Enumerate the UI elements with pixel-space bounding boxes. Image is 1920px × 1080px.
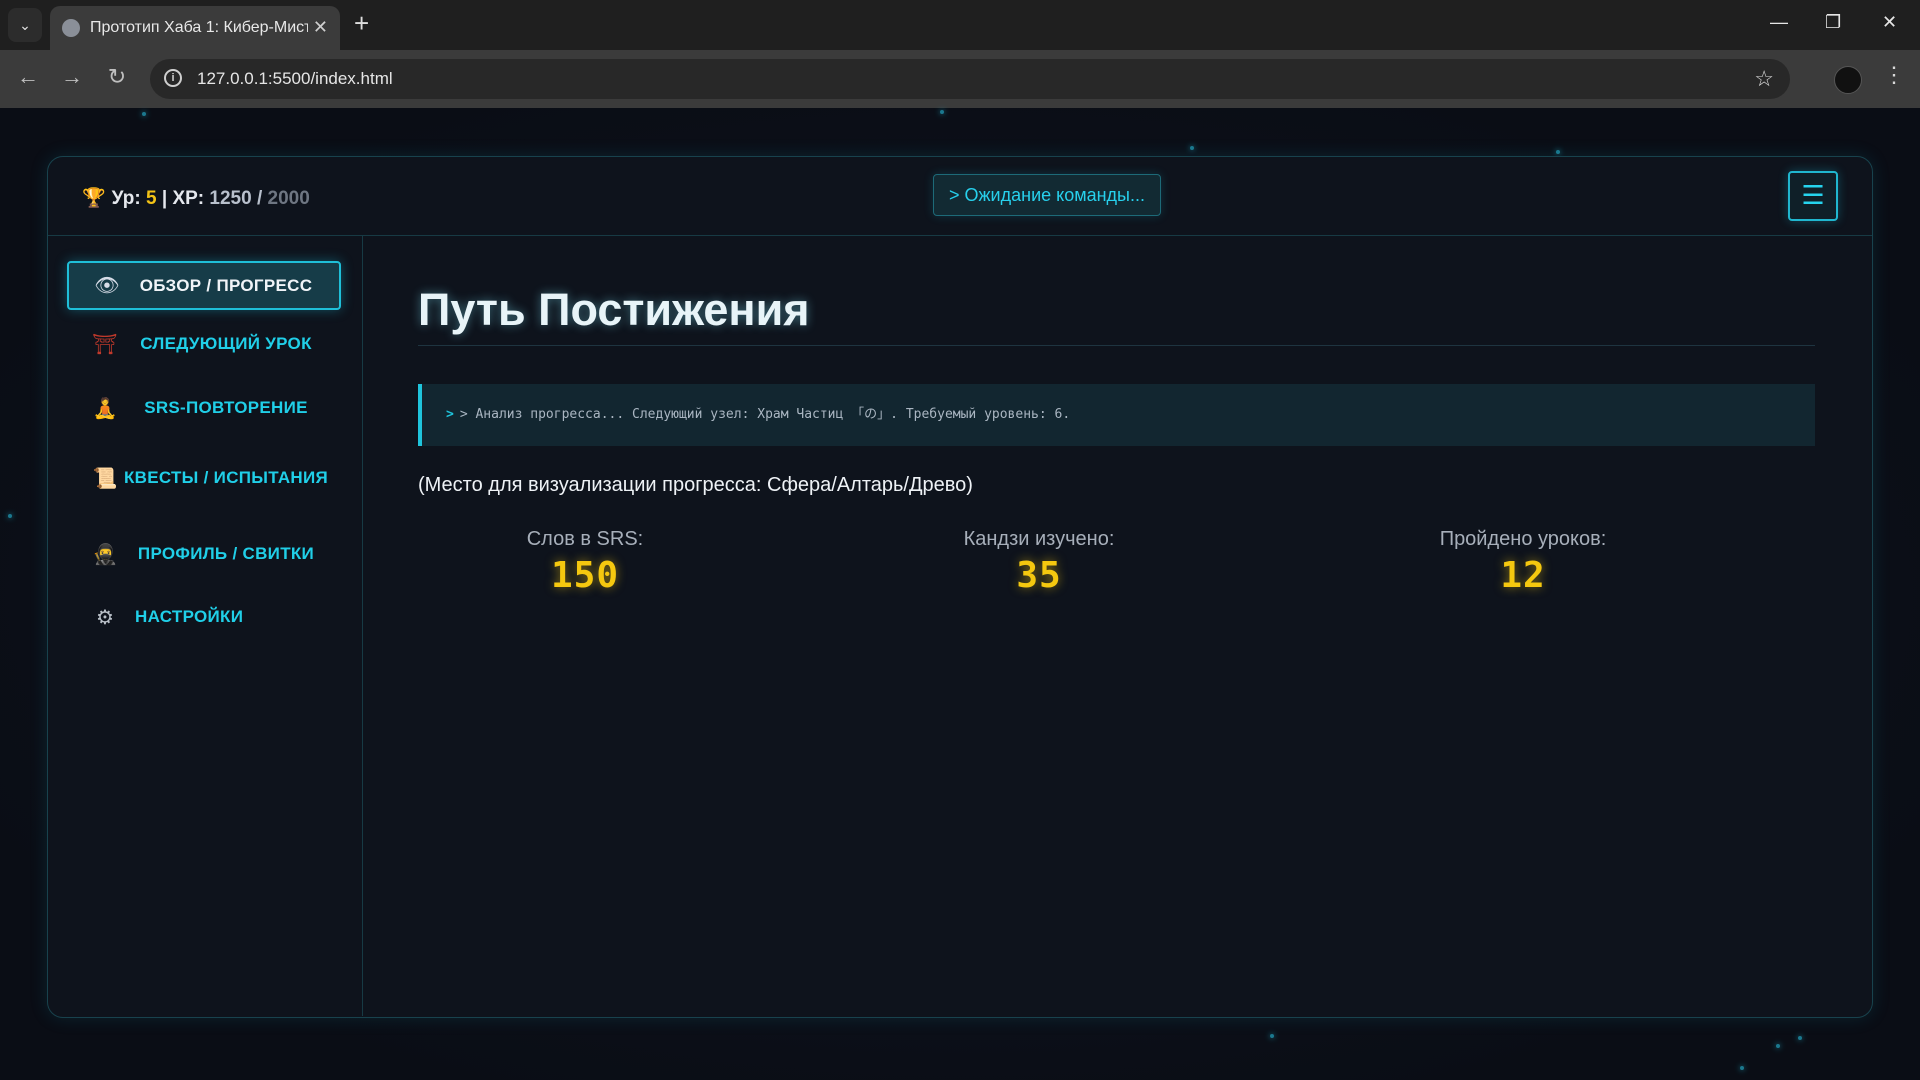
browser-tab[interactable]: Прототип Хаба 1: Кибер-Мистика ✕ [50, 6, 340, 50]
tab-title: Прототип Хаба 1: Кибер-Мистика [90, 19, 308, 36]
xp-max: 2000 [267, 188, 310, 209]
sidebar-item-label: СЛЕДУЮЩИЙ УРОК [140, 334, 312, 353]
close-tab-icon[interactable]: ✕ [313, 17, 328, 38]
stat-label: Слов в SRS: [526, 528, 644, 550]
sidebar-item-next-lesson[interactable]: ⛩ СЛЕДУЮЩИЙ УРОК [67, 323, 341, 365]
torii-gate-icon: ⛩ [92, 333, 118, 356]
site-info-icon[interactable]: i [164, 69, 182, 87]
background-particle [8, 514, 12, 518]
title-divider [418, 345, 1815, 346]
hamburger-menu-icon[interactable]: ☰ [1788, 171, 1838, 221]
background-particle [1740, 1066, 1744, 1070]
console-message: > > Анализ прогресса... Следующий узел: Х… [418, 384, 1815, 446]
sidebar-item-overview[interactable]: 👁 ОБЗОР / ПРОГРЕСС [67, 261, 341, 310]
browser-tab-bar: ⌄ Прототип Хаба 1: Кибер-Мистика ✕ + — ❐… [0, 0, 1920, 50]
hub-panel: 🏆 Ур: 5 | XP: 1250 / 2000 > Ожидание кома… [47, 156, 1873, 1018]
sidebar-item-srs[interactable]: 🧘 SRS-ПОВТОРЕНИЕ [67, 387, 341, 429]
tab-search-button[interactable]: ⌄ [8, 8, 42, 42]
restore-button[interactable]: ❐ [1825, 12, 1841, 33]
meditation-icon: 🧘 [92, 397, 118, 420]
background-particle [1776, 1044, 1780, 1048]
ninja-icon: 🥷 [92, 543, 118, 566]
new-tab-button[interactable]: + [354, 10, 369, 36]
stat-label: Пройдено уроков: [1439, 528, 1607, 550]
background-particle [1798, 1036, 1802, 1040]
sidebar-item-label: НАСТРОЙКИ [135, 607, 244, 626]
main-content: Путь Постижения > > Анализ прогресса... С… [363, 236, 1871, 1016]
stat-value: 150 [550, 555, 620, 596]
level-xp-display: 🏆 Ур: 5 | XP: 1250 / 2000 [82, 186, 310, 210]
sidebar-item-label: КВЕСТЫ / ИСПЫТАНИЯ [123, 468, 329, 487]
bookmark-star-icon[interactable]: ☆ [1754, 66, 1774, 92]
sidebar-item-profile[interactable]: 🥷 ПРОФИЛЬ / СВИТКИ [67, 533, 341, 575]
stat-srs-words: Слов в SRS: 150 [435, 528, 735, 596]
hud-bar: 🏆 Ур: 5 | XP: 1250 / 2000 > Ожидание кома… [48, 157, 1872, 236]
stat-kanji-learned: Кандзи изучено: 35 [889, 528, 1189, 596]
stat-label: Кандзи изучено: [963, 528, 1115, 550]
profile-avatar[interactable] [1834, 66, 1862, 94]
stat-value: 12 [1500, 555, 1546, 596]
page-viewport: 🏆 Ур: 5 | XP: 1250 / 2000 > Ожидание кома… [0, 108, 1920, 1080]
back-button[interactable]: ← [13, 64, 43, 90]
background-particle [1270, 1034, 1274, 1038]
globe-icon [62, 19, 80, 37]
minimize-button[interactable]: — [1770, 12, 1788, 33]
sidebar-item-settings[interactable]: ⚙ НАСТРОЙКИ [67, 596, 341, 638]
background-particle [1556, 150, 1560, 154]
address-bar[interactable]: i 127.0.0.1:5500/index.html ☆ [150, 59, 1790, 99]
page-title: Путь Постижения [418, 284, 810, 335]
stat-value: 35 [1016, 555, 1062, 596]
sidebar-item-label: SRS-ПОВТОРЕНИЕ [144, 398, 308, 417]
xp-current: 1250 [209, 188, 252, 209]
address-bar-row: ← → ↻ i 127.0.0.1:5500/index.html ☆ ⋮ [0, 50, 1920, 109]
console-text: > Анализ прогресса... Следующий узел: Хр… [459, 407, 1071, 422]
scroll-icon: 📜 [92, 467, 118, 490]
forward-button[interactable]: → [57, 64, 87, 90]
hud-separator: | [161, 188, 168, 209]
sidebar-item-quests[interactable]: 📜 КВЕСТЫ / ИСПЫТАНИЯ [67, 448, 341, 508]
progress-visual-placeholder: (Место для визуализации прогресса: Сфера… [418, 474, 973, 496]
browser-menu-icon[interactable]: ⋮ [1883, 62, 1905, 88]
level-label: Ур: [111, 188, 141, 209]
xp-label: XP: [172, 188, 205, 209]
gear-icon: ⚙ [96, 606, 114, 629]
trophy-icon: 🏆 [82, 188, 106, 209]
level-value: 5 [145, 188, 157, 209]
sidebar-item-label: ПРОФИЛЬ / СВИТКИ [137, 544, 315, 563]
sidebar-item-label: ОБЗОР / ПРОГРЕСС [139, 275, 313, 295]
console-prompt: > [446, 407, 454, 422]
sidebar-nav: 👁 ОБЗОР / ПРОГРЕСС ⛩ СЛЕДУЮЩИЙ УРОК 🧘 SR… [48, 236, 363, 1016]
xp-slash: / [256, 188, 263, 209]
eye-icon: 👁 [94, 275, 120, 297]
background-particle [142, 112, 146, 116]
stat-lessons-completed: Пройдено уроков: 12 [1373, 528, 1673, 596]
close-window-button[interactable]: ✕ [1882, 12, 1897, 33]
background-particle [1190, 146, 1194, 150]
background-particle [940, 110, 944, 114]
reload-button[interactable]: ↻ [102, 64, 132, 90]
url-text: 127.0.0.1:5500/index.html [197, 69, 393, 88]
command-status-button[interactable]: > Ожидание команды... [933, 174, 1161, 216]
